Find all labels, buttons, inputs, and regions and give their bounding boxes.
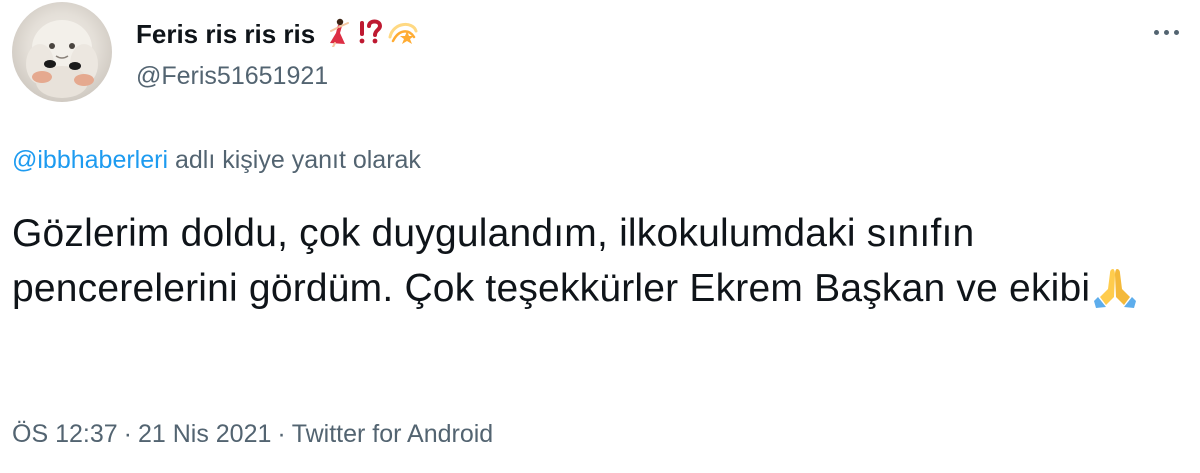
tweet-body: Gözlerim doldu, çok duygulandım, ilkokul… — [12, 212, 1091, 310]
reply-suffix: adlı kişiye yanıt olarak — [168, 146, 421, 174]
tweet-meta: ÖS 12:37 · 21 Nis 2021 · Twitter for Android — [12, 420, 493, 449]
more-horizontal-icon — [1153, 29, 1159, 35]
reply-context: @ibbhaberleri adlı kişiye yanıt olarak — [12, 146, 421, 175]
tweet-source[interactable]: Twitter for Android — [292, 420, 493, 448]
display-name[interactable]: Feris ris ris ris — [136, 19, 315, 50]
user-handle[interactable]: @Feris51651921 — [136, 62, 328, 91]
dancer-icon — [323, 17, 353, 52]
more-options-button[interactable] — [1146, 20, 1186, 44]
more-horizontal-icon-dot — [1163, 29, 1169, 35]
tweet-time[interactable]: ÖS 12:37 — [12, 420, 118, 448]
tweet-text: Gözlerim doldu, çok duygulandım, ilkokul… — [12, 206, 1182, 324]
plush-doll-avatar-image — [26, 20, 98, 98]
name-emoji-group — [323, 18, 419, 50]
more-horizontal-icon-dot — [1173, 29, 1179, 35]
tweet-card: Feris ris ris ris @Feris51651921 @ibbhab… — [0, 0, 1200, 473]
tweet-date[interactable]: 21 Nis 2021 — [138, 420, 271, 448]
meta-separator: · — [123, 420, 132, 448]
exclamation-question-icon — [355, 17, 385, 52]
meta-separator: · — [277, 420, 286, 448]
folded-hands-icon — [1092, 263, 1138, 324]
reply-mention-link[interactable]: @ibbhaberleri — [12, 146, 168, 174]
author-name-row[interactable]: Feris ris ris ris — [136, 14, 419, 54]
avatar[interactable] — [12, 2, 112, 102]
dizzy-star-icon — [387, 17, 419, 52]
